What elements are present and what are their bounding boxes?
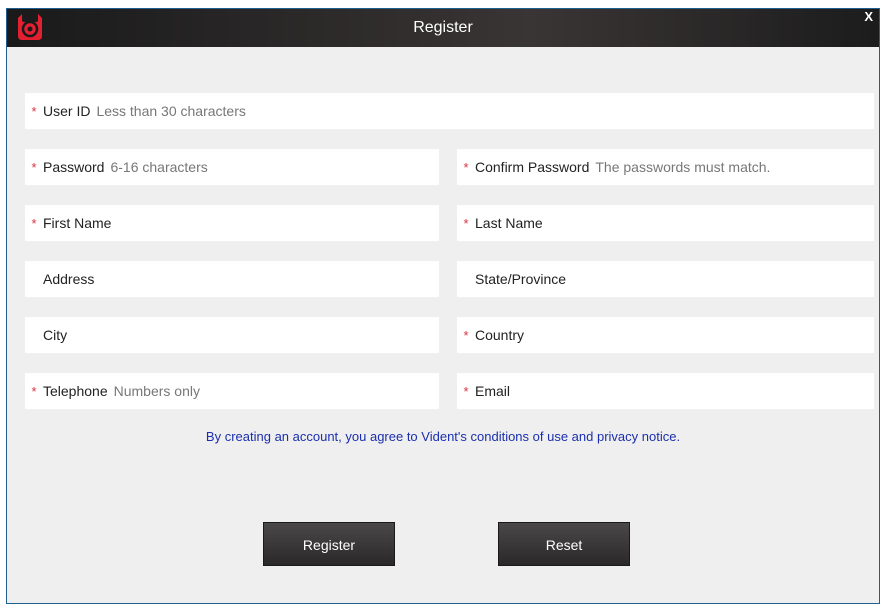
telephone-label: Telephone [43, 383, 108, 399]
first-name-field[interactable]: * First Name [25, 205, 439, 241]
state-province-label: State/Province [475, 271, 567, 287]
confirm-password-field[interactable]: * Confirm Password The passwords must matc… [457, 149, 874, 185]
country-label: Country [475, 327, 525, 343]
reset-button[interactable]: Reset [498, 522, 630, 566]
terms-notice[interactable]: By creating an account, you agree to Vid… [7, 429, 879, 444]
last-name-field[interactable]: * Last Name [457, 205, 874, 241]
required-marker: * [31, 384, 37, 399]
user-id-field[interactable]: * User ID Less than 30 characters [25, 93, 874, 129]
last-name-label: Last Name [475, 215, 543, 231]
required-marker: * [463, 328, 469, 343]
required-marker: * [463, 160, 469, 175]
city-field[interactable]: City [25, 317, 439, 353]
password-hint: 6-16 characters [110, 159, 208, 175]
close-icon[interactable]: X [864, 9, 873, 24]
email-label: Email [475, 383, 511, 399]
state-province-field[interactable]: State/Province [457, 261, 874, 297]
address-label: Address [43, 271, 95, 287]
user-id-hint: Less than 30 characters [96, 103, 246, 119]
password-label: Password [43, 159, 105, 175]
required-marker: * [31, 104, 37, 119]
required-marker: * [31, 216, 37, 231]
window-title: Register [413, 19, 473, 36]
required-marker: * [31, 160, 37, 175]
first-name-label: First Name [43, 215, 112, 231]
telephone-hint: Numbers only [113, 383, 200, 399]
user-id-label: User ID [43, 103, 91, 119]
city-label: City [43, 327, 68, 343]
email-field[interactable]: * Email [457, 373, 874, 409]
country-field[interactable]: * Country [457, 317, 874, 353]
register-dialog: Register X * User ID Less than 30 characte… [6, 8, 880, 604]
title-bar: Register X [7, 9, 879, 47]
address-field[interactable]: Address [25, 261, 439, 297]
required-marker: * [463, 216, 469, 231]
telephone-field[interactable]: * Telephone Numbers only [25, 373, 439, 409]
confirm-password-label: Confirm Password [475, 159, 590, 175]
required-marker: * [463, 384, 469, 399]
confirm-password-hint: The passwords must match. [595, 159, 771, 175]
password-field[interactable]: * Password 6-16 characters [25, 149, 439, 185]
register-button[interactable]: Register [263, 522, 395, 566]
